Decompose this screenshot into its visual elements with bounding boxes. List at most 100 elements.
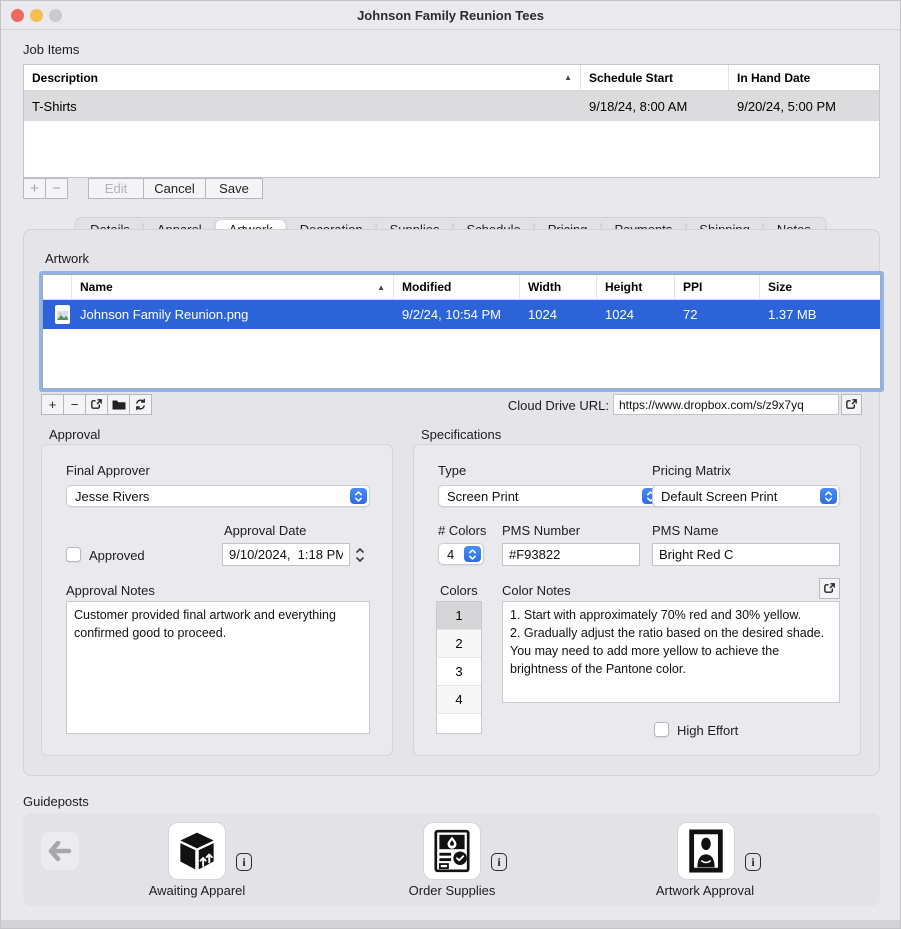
num-colors-label: # Colors xyxy=(438,523,486,538)
column-header-in-hand-date[interactable]: In Hand Date xyxy=(729,65,879,90)
color-list-item-1[interactable]: 1 xyxy=(437,602,481,630)
popup-chevrons-icon xyxy=(350,488,367,504)
job-items-table-header: Description ▲ Schedule Start In Hand Dat… xyxy=(24,65,879,91)
approval-notes-textarea[interactable]: Customer provided final artwork and ever… xyxy=(66,601,370,734)
folder-icon xyxy=(112,399,126,410)
order-supplies-info-icon[interactable]: i xyxy=(491,853,507,871)
high-effort-checkbox[interactable] xyxy=(654,722,669,737)
approved-checkbox-label: Approved xyxy=(89,548,145,563)
column-header-ppi[interactable]: PPI xyxy=(675,275,760,299)
titlebar: Johnson Family Reunion Tees xyxy=(1,1,900,30)
column-header-modified[interactable]: Modified xyxy=(394,275,520,299)
artwork-file-size: 1.37 MB xyxy=(760,307,880,322)
job-item-schedule-start: 9/18/24, 8:00 AM xyxy=(581,99,729,114)
supplies-order-icon xyxy=(434,829,470,873)
job-items-table: Description ▲ Schedule Start In Hand Dat… xyxy=(23,64,880,178)
awaiting-apparel-info-icon[interactable]: i xyxy=(236,853,252,871)
job-item-row[interactable]: T-Shirts 9/18/24, 8:00 AM 9/20/24, 5:00 … xyxy=(24,91,879,121)
browse-folder-button[interactable] xyxy=(107,394,130,415)
artwork-file-ppi: 72 xyxy=(675,307,760,322)
awaiting-apparel-label: Awaiting Apparel xyxy=(117,883,277,898)
approval-group-box: Final Approver Jesse Rivers Approval Dat… xyxy=(41,444,393,756)
column-header-height[interactable]: Height xyxy=(597,275,675,299)
cancel-button[interactable]: Cancel xyxy=(143,178,206,199)
refresh-artwork-button[interactable] xyxy=(129,394,152,415)
job-items-button-row: + − Edit Cancel Save xyxy=(23,178,263,199)
artwork-approval-info-icon[interactable]: i xyxy=(745,853,761,871)
pms-name-input[interactable] xyxy=(652,543,840,566)
open-cloud-url-button[interactable] xyxy=(841,394,862,415)
open-color-notes-button[interactable] xyxy=(819,578,840,599)
edit-button[interactable]: Edit xyxy=(88,178,144,199)
pricing-matrix-select[interactable]: Default Screen Print xyxy=(652,485,840,507)
back-arrow-icon xyxy=(48,841,72,861)
final-approver-select[interactable]: Jesse Rivers xyxy=(66,485,370,507)
order-supplies-label: Order Supplies xyxy=(372,883,532,898)
remove-artwork-button[interactable]: − xyxy=(63,394,86,415)
guidepost-back-button[interactable] xyxy=(41,832,79,870)
open-artwork-button[interactable] xyxy=(85,394,108,415)
color-list-item-2[interactable]: 2 xyxy=(437,630,481,658)
column-header-file-icon xyxy=(43,275,72,299)
shipping-box-icon xyxy=(176,830,218,872)
approval-date-input[interactable] xyxy=(222,543,350,566)
color-notes-textarea[interactable]: 1. Start with approximately 70% red and … xyxy=(502,601,840,703)
pms-number-input[interactable] xyxy=(502,543,640,566)
popup-chevrons-icon xyxy=(464,546,481,562)
colors-label: Colors xyxy=(440,583,478,598)
open-external-icon xyxy=(823,582,836,595)
type-select[interactable]: Screen Print xyxy=(438,485,662,507)
open-external-icon xyxy=(90,398,103,411)
window-title: Johnson Family Reunion Tees xyxy=(1,1,900,30)
pms-number-label: PMS Number xyxy=(502,523,580,538)
column-header-width[interactable]: Width xyxy=(520,275,597,299)
job-item-in-hand-date: 9/20/24, 5:00 PM xyxy=(729,99,879,114)
column-header-description[interactable]: Description ▲ xyxy=(24,65,581,90)
remove-job-item-button[interactable]: − xyxy=(45,178,68,199)
column-header-name[interactable]: Name ▲ xyxy=(72,275,394,299)
final-approver-label: Final Approver xyxy=(66,463,150,478)
stepper-chevrons-icon xyxy=(355,546,365,564)
save-button[interactable]: Save xyxy=(205,178,263,199)
pricing-matrix-label: Pricing Matrix xyxy=(652,463,731,478)
artwork-approval-label: Artwork Approval xyxy=(625,883,785,898)
colors-list: 1 2 3 4 xyxy=(436,601,482,734)
guideposts-panel: i Awaiting Apparel i Order Supplies xyxy=(23,813,880,906)
button-spacer xyxy=(68,178,88,199)
num-colors-select[interactable]: 4 xyxy=(438,543,484,565)
color-list-item-3[interactable]: 3 xyxy=(437,658,481,686)
color-list-item-4[interactable]: 4 xyxy=(437,686,481,714)
approval-notes-label: Approval Notes xyxy=(66,583,155,598)
artwork-file-height: 1024 xyxy=(597,307,675,322)
job-item-description: T-Shirts xyxy=(24,99,581,114)
app-window: Johnson Family Reunion Tees Job Items De… xyxy=(0,0,901,929)
artwork-approval-guidepost-button[interactable] xyxy=(678,823,734,879)
artwork-file-row[interactable]: Johnson Family Reunion.png 9/2/24, 10:54… xyxy=(43,300,880,329)
artwork-file-modified: 9/2/24, 10:54 PM xyxy=(394,307,520,322)
add-artwork-button[interactable]: + xyxy=(41,394,64,415)
artwork-file-name: Johnson Family Reunion.png xyxy=(72,307,394,322)
pms-name-label: PMS Name xyxy=(652,523,718,538)
popup-chevrons-icon xyxy=(820,488,837,504)
artwork-table: Name ▲ Modified Width Height PPI Size xyxy=(39,271,884,392)
guideposts-section-label: Guideposts xyxy=(23,794,89,809)
add-job-item-button[interactable]: + xyxy=(23,178,46,199)
specifications-section-label: Specifications xyxy=(421,427,501,442)
column-header-size[interactable]: Size xyxy=(760,275,880,299)
artwork-table-header: Name ▲ Modified Width Height PPI Size xyxy=(43,275,880,300)
column-header-schedule-start[interactable]: Schedule Start xyxy=(581,65,729,90)
window-bottom-edge xyxy=(1,920,900,928)
cloud-drive-url-label: Cloud Drive URL: xyxy=(471,398,609,413)
awaiting-apparel-guidepost-button[interactable] xyxy=(169,823,225,879)
refresh-icon xyxy=(134,398,147,411)
cloud-drive-url-input[interactable] xyxy=(613,394,839,415)
sort-ascending-icon: ▲ xyxy=(564,73,572,82)
job-items-section-label: Job Items xyxy=(23,42,79,57)
approved-checkbox[interactable] xyxy=(66,547,81,562)
artwork-file-width: 1024 xyxy=(520,307,597,322)
color-notes-label: Color Notes xyxy=(502,583,571,598)
image-thumbnail-glyph xyxy=(57,311,68,320)
approval-date-stepper[interactable] xyxy=(353,543,366,566)
approval-date-label: Approval Date xyxy=(224,523,306,538)
order-supplies-guidepost-button[interactable] xyxy=(424,823,480,879)
